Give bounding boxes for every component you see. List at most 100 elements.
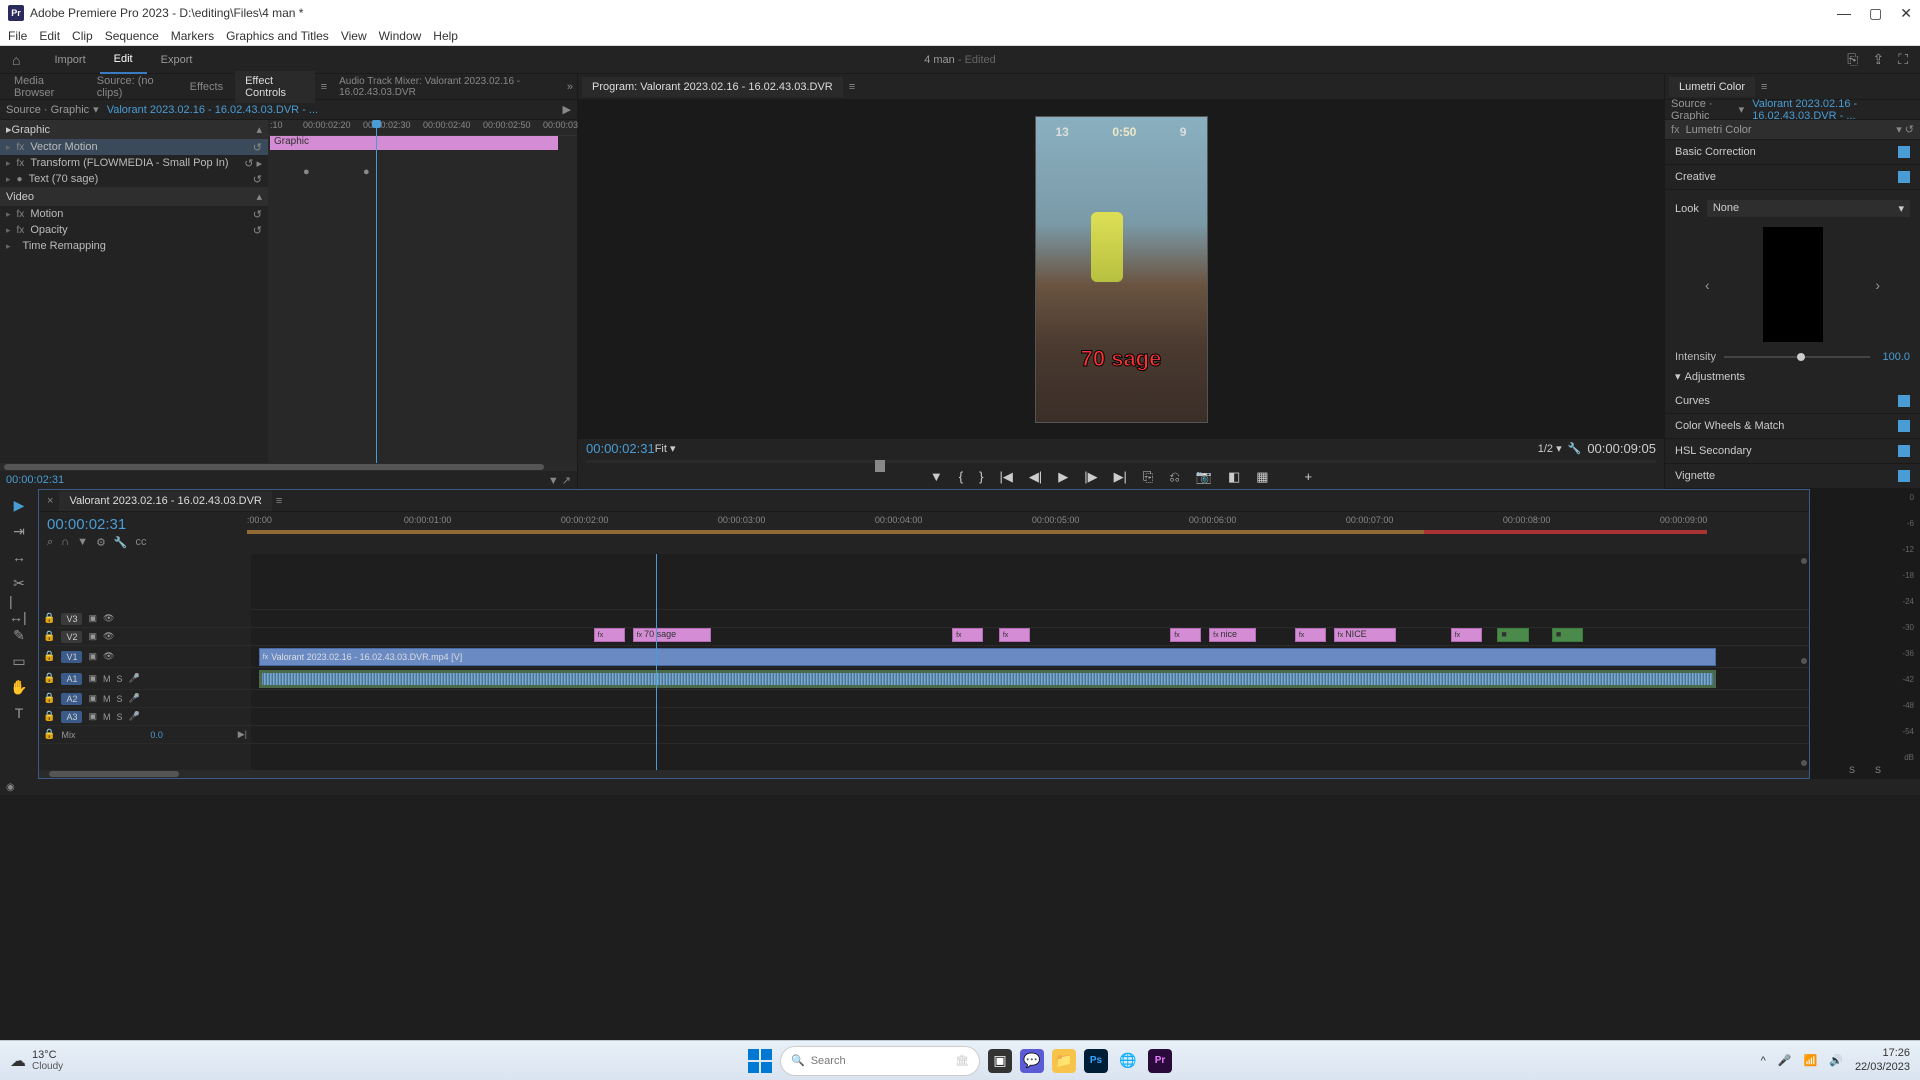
export-frame-icon[interactable]: 📷	[1196, 469, 1212, 485]
play-icon[interactable]: ▶	[1058, 469, 1068, 485]
zoom-handle-top[interactable]	[1801, 558, 1807, 564]
ec-play-icon[interactable]: ▶	[563, 103, 571, 116]
nav-export[interactable]: Export	[147, 46, 207, 74]
track-a3[interactable]: A3	[61, 711, 82, 723]
search-box[interactable]: 🔍Search🏛	[780, 1046, 980, 1076]
premiere-icon[interactable]: Pr	[1148, 1049, 1172, 1073]
go-to-out-icon[interactable]: ▶|	[1114, 469, 1127, 485]
clip-70sage[interactable]: fx 70 sage	[633, 628, 711, 642]
extract-icon[interactable]: ⎌	[1169, 469, 1179, 485]
clip-nice2[interactable]: fx NICE	[1334, 628, 1396, 642]
clock[interactable]: 17:2622/03/2023	[1855, 1047, 1910, 1073]
program-viewer[interactable]: 13 0:50 9 70 sage	[578, 100, 1664, 439]
clip-v2-9[interactable]: fx	[1451, 628, 1482, 642]
marker-icon[interactable]: ▼	[77, 536, 88, 549]
program-menu-icon[interactable]: ≡	[849, 81, 855, 93]
tab-sequence[interactable]: Valorant 2023.02.16 - 16.02.43.03.DVR	[59, 491, 271, 511]
razor-tool-icon[interactable]: ✂	[9, 573, 29, 593]
clip-v2-7[interactable]: fx	[1295, 628, 1326, 642]
prev-look-icon[interactable]: ‹	[1705, 277, 1710, 293]
ec-opacity[interactable]: Opacity	[30, 224, 67, 236]
ec-timecode[interactable]: 00:00:02:31	[6, 474, 64, 486]
lumetri-menu-icon[interactable]: ≡	[1761, 81, 1767, 93]
track-a2[interactable]: A2	[61, 693, 82, 705]
ec-section-graphic[interactable]: Graphic	[12, 124, 51, 136]
zoom-dropdown[interactable]: 1/2	[1538, 443, 1553, 455]
cc-icon[interactable]: cc	[136, 536, 147, 549]
fullscreen-icon[interactable]: ⛶	[1898, 51, 1908, 68]
clip-v2-11[interactable]: ■	[1552, 628, 1583, 642]
selection-tool-icon[interactable]: ▶	[9, 495, 29, 515]
linked-icon[interactable]: ∩	[61, 536, 69, 549]
next-look-icon[interactable]: ›	[1875, 277, 1880, 293]
clip-a1[interactable]	[259, 670, 1716, 688]
menu-sequence[interactable]: Sequence	[105, 29, 159, 43]
lum-basic-correction[interactable]: Basic Correction	[1665, 140, 1920, 165]
ec-transform[interactable]: Transform (FLOWMEDIA - Small Pop In)	[30, 157, 228, 169]
tab-effects[interactable]: Effects	[180, 77, 233, 97]
ec-vector-motion[interactable]: Vector Motion	[30, 141, 97, 153]
solo-left[interactable]: S	[1849, 765, 1855, 775]
menu-view[interactable]: View	[341, 29, 367, 43]
rectangle-tool-icon[interactable]: ▭	[9, 651, 29, 671]
timeline-content[interactable]: fx fx 70 sage fx fx fx fx nice fx fx NIC…	[251, 554, 1809, 770]
menu-help[interactable]: Help	[433, 29, 458, 43]
home-icon[interactable]: ⌂	[12, 52, 20, 68]
ec-text[interactable]: Text (70 sage)	[29, 173, 99, 185]
maximize-button[interactable]: ▢	[1869, 5, 1882, 22]
timeline-timecode[interactable]: 00:00:02:31	[47, 516, 231, 533]
clip-v2-4[interactable]: fx	[999, 628, 1030, 642]
menu-edit[interactable]: Edit	[39, 29, 60, 43]
tab-lumetri[interactable]: Lumetri Color	[1669, 77, 1755, 97]
button-editor-icon[interactable]: +	[1305, 469, 1313, 485]
tab-source[interactable]: Source: (no clips)	[87, 71, 178, 103]
clip-v2-1[interactable]: fx	[594, 628, 625, 642]
snap-icon[interactable]: ⌕	[47, 536, 53, 549]
creative-check[interactable]	[1898, 171, 1910, 183]
hand-tool-icon[interactable]: ✋	[9, 677, 29, 697]
lum-hsl[interactable]: HSL Secondary	[1665, 439, 1920, 464]
minimize-button[interactable]: —	[1837, 5, 1851, 22]
ec-source-link[interactable]: Valorant 2023.02.16 - 16.02.43.03.DVR - …	[107, 104, 318, 116]
timeline-ruler[interactable]: :00:00 00:00:01:00 00:00:02:00 00:00:03:…	[239, 512, 1809, 554]
weather-widget[interactable]: ☁ 13°CCloudy	[0, 1049, 73, 1072]
fit-dropdown[interactable]: Fit	[655, 443, 667, 455]
chat-icon[interactable]: 💬	[1020, 1049, 1044, 1073]
safe-margins-icon[interactable]: ▦	[1256, 469, 1268, 485]
close-button[interactable]: ✕	[1900, 5, 1912, 22]
wifi-icon[interactable]: 📶	[1804, 1054, 1818, 1067]
ec-section-video[interactable]: Video	[6, 191, 34, 203]
volume-icon[interactable]: 🔊	[1829, 1054, 1843, 1067]
ec-playhead[interactable]	[376, 120, 377, 463]
add-marker-icon[interactable]: ▼	[930, 469, 943, 485]
tab-effect-controls[interactable]: Effect Controls	[235, 71, 315, 103]
track-a1[interactable]: A1	[61, 673, 82, 685]
tl-menu-icon[interactable]: ≡	[276, 495, 282, 507]
clip-v2-5[interactable]: fx	[1170, 628, 1201, 642]
wrench-icon[interactable]: 🔧	[1568, 442, 1582, 455]
panel-overflow-icon[interactable]: »	[567, 81, 573, 93]
chrome-icon[interactable]: 🌐	[1116, 1049, 1140, 1073]
explorer-icon[interactable]: 📁	[1052, 1049, 1076, 1073]
tab-media-browser[interactable]: Media Browser	[4, 71, 85, 103]
slip-tool-icon[interactable]: |↔|	[9, 599, 29, 619]
program-timecode[interactable]: 00:00:02:31	[586, 441, 655, 456]
quick-export-icon[interactable]: ⎘	[1847, 51, 1858, 68]
menu-clip[interactable]: Clip	[72, 29, 93, 43]
lumetri-effect-select[interactable]: Lumetri Color	[1686, 124, 1752, 136]
track-v2[interactable]: V2	[61, 631, 82, 643]
mark-out-icon[interactable]: }	[979, 469, 983, 485]
clip-v1-main[interactable]: fxValorant 2023.02.16 - 16.02.43.03.DVR.…	[259, 648, 1716, 666]
clip-v2-10[interactable]: ■	[1497, 628, 1528, 642]
clip-nice1[interactable]: fx nice	[1209, 628, 1256, 642]
pen-tool-icon[interactable]: ✎	[9, 625, 29, 645]
ec-time-remap[interactable]: Time Remapping	[23, 240, 106, 252]
start-button[interactable]	[748, 1049, 772, 1073]
timeline-playhead[interactable]	[656, 554, 657, 770]
menu-file[interactable]: File	[8, 29, 27, 43]
lum-vignette[interactable]: Vignette	[1665, 464, 1920, 489]
mark-in-icon[interactable]: {	[959, 469, 963, 485]
menu-markers[interactable]: Markers	[171, 29, 214, 43]
ec-motion[interactable]: Motion	[30, 208, 63, 220]
lum-curves[interactable]: Curves	[1665, 389, 1920, 414]
